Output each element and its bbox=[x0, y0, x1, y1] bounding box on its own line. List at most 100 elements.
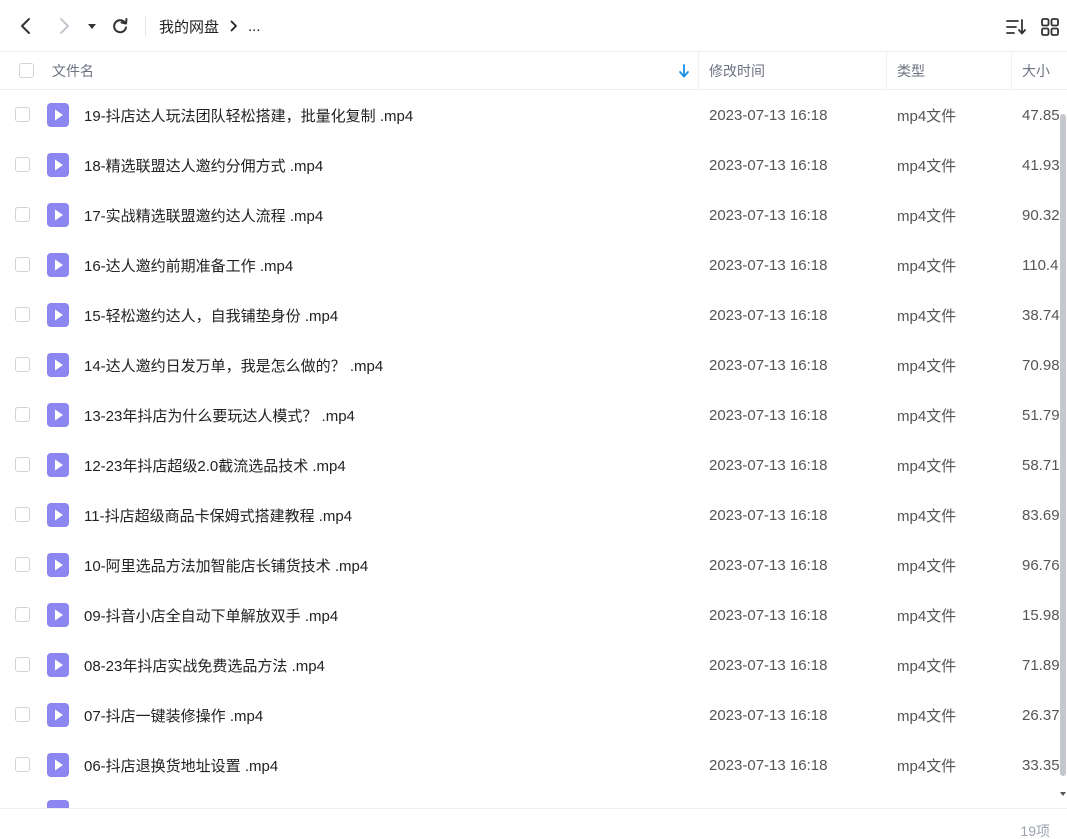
table-row[interactable]: 16-达人邀约前期准备工作 .mp4 2023-07-13 16:18 mp4文… bbox=[0, 240, 1060, 290]
file-size: 90.32 bbox=[1022, 206, 1060, 224]
table-row[interactable]: 19-抖店达人玩法团队轻松搭建，批量化复制 .mp4 2023-07-13 16… bbox=[0, 90, 1060, 140]
refresh-button[interactable] bbox=[108, 14, 132, 38]
file-type: mp4文件 bbox=[897, 207, 957, 225]
row-checkbox[interactable] bbox=[15, 407, 30, 422]
row-checkbox[interactable] bbox=[15, 757, 30, 772]
row-checkbox[interactable] bbox=[15, 457, 30, 472]
row-checkbox[interactable] bbox=[15, 607, 30, 622]
row-checkbox[interactable] bbox=[15, 507, 30, 522]
video-file-icon bbox=[47, 353, 69, 377]
file-name[interactable]: 17-实战精选联盟邀约达人流程 .mp4 bbox=[84, 190, 684, 240]
table-row[interactable]: 07-抖店一键装修操作 .mp4 2023-07-13 16:18 mp4文件 … bbox=[0, 690, 1060, 740]
file-name[interactable]: 18-精选联盟达人邀约分佣方式 .mp4 bbox=[84, 140, 684, 190]
video-file-icon bbox=[47, 203, 69, 227]
table-row[interactable]: 15-轻松邀约达人，自我铺垫身份 .mp4 2023-07-13 16:18 m… bbox=[0, 290, 1060, 340]
table-header: 文件名 修改时间 类型 大小 bbox=[0, 52, 1067, 90]
row-checkbox[interactable] bbox=[15, 107, 30, 122]
file-type: mp4文件 bbox=[897, 557, 957, 575]
table-row[interactable]: 18-精选联盟达人邀约分佣方式 .mp4 2023-07-13 16:18 mp… bbox=[0, 140, 1060, 190]
video-file-icon bbox=[47, 553, 69, 577]
file-name[interactable]: 10-阿里选品方法加智能店长铺货技术 .mp4 bbox=[84, 540, 684, 590]
history-dropdown-button[interactable] bbox=[82, 14, 102, 38]
file-modified: 2023-07-13 16:18 bbox=[709, 306, 828, 324]
view-toggle-button[interactable] bbox=[1038, 15, 1062, 39]
file-manager: 我的网盘 ... 文件名 修改时间 类型 大小 19-抖店达人玩法团队轻松搭建，… bbox=[0, 0, 1067, 839]
video-file-icon bbox=[47, 503, 69, 527]
file-modified: 2023-07-13 16:18 bbox=[709, 506, 828, 524]
file-type: mp4文件 bbox=[897, 157, 957, 175]
sort-direction-icon[interactable] bbox=[678, 52, 692, 89]
table-row[interactable]: 10-阿里选品方法加智能店长铺货技术 .mp4 2023-07-13 16:18… bbox=[0, 540, 1060, 590]
row-checkbox[interactable] bbox=[15, 707, 30, 722]
file-name[interactable]: 09-抖音小店全自动下单解放双手 .mp4 bbox=[84, 590, 684, 640]
row-checkbox[interactable] bbox=[15, 157, 30, 172]
column-header-name[interactable]: 文件名 bbox=[52, 52, 94, 89]
file-name[interactable]: 16-达人邀约前期准备工作 .mp4 bbox=[84, 240, 684, 290]
file-name[interactable]: 13-23年抖店为什么要玩达人模式？ .mp4 bbox=[84, 390, 684, 440]
table-row[interactable]: 11-抖店超级商品卡保姆式搭建教程 .mp4 2023-07-13 16:18 … bbox=[0, 490, 1060, 540]
forward-button[interactable] bbox=[52, 14, 76, 38]
row-checkbox[interactable] bbox=[15, 557, 30, 572]
file-modified: 2023-07-13 16:18 bbox=[709, 106, 828, 124]
column-divider[interactable] bbox=[886, 52, 887, 89]
table-row[interactable]: 06-抖店退换货地址设置 .mp4 2023-07-13 16:18 mp4文件… bbox=[0, 740, 1060, 790]
column-header-type[interactable]: 类型 bbox=[897, 52, 925, 89]
file-name[interactable]: 12-23年抖店超级2.0截流选品技术 .mp4 bbox=[84, 440, 684, 490]
file-modified: 2023-07-13 16:18 bbox=[709, 556, 828, 574]
file-name[interactable]: 11-抖店超级商品卡保姆式搭建教程 .mp4 bbox=[84, 490, 684, 540]
breadcrumb: 我的网盘 ... bbox=[159, 16, 261, 36]
file-size: 70.98 bbox=[1022, 356, 1060, 374]
file-size: 38.74 bbox=[1022, 306, 1060, 324]
file-size: 47.85 bbox=[1022, 106, 1060, 124]
file-size: 26.37 bbox=[1022, 706, 1060, 724]
file-type: mp4文件 bbox=[897, 507, 957, 525]
file-size: 33.35 bbox=[1022, 756, 1060, 774]
video-file-icon bbox=[47, 703, 69, 727]
file-name[interactable]: 14-达人邀约日发万单，我是怎么做的？ .mp4 bbox=[84, 340, 684, 390]
column-divider[interactable] bbox=[1011, 52, 1012, 89]
file-name[interactable]: 08-23年抖店实战免费选品方法 .mp4 bbox=[84, 640, 684, 690]
vertical-scrollbar[interactable] bbox=[1059, 90, 1067, 808]
item-count: 19项 bbox=[1020, 823, 1050, 839]
breadcrumb-more[interactable]: ... bbox=[248, 18, 261, 35]
table-row[interactable]: 14-达人邀约日发万单，我是怎么做的？ .mp4 2023-07-13 16:1… bbox=[0, 340, 1060, 390]
row-checkbox[interactable] bbox=[15, 357, 30, 372]
table-row[interactable]: 13-23年抖店为什么要玩达人模式？ .mp4 2023-07-13 16:18… bbox=[0, 390, 1060, 440]
status-bar: 19项 bbox=[0, 808, 1067, 839]
chevron-right-icon bbox=[60, 18, 69, 34]
row-checkbox[interactable] bbox=[15, 657, 30, 672]
table-row[interactable]: 08-23年抖店实战免费选品方法 .mp4 2023-07-13 16:18 m… bbox=[0, 640, 1060, 690]
file-name[interactable]: 07-抖店一键装修操作 .mp4 bbox=[84, 690, 684, 740]
column-header-size[interactable]: 大小 bbox=[1022, 52, 1050, 89]
breadcrumb-root[interactable]: 我的网盘 bbox=[159, 16, 219, 37]
file-modified: 2023-07-13 16:18 bbox=[709, 756, 828, 774]
file-list: 19-抖店达人玩法团队轻松搭建，批量化复制 .mp4 2023-07-13 16… bbox=[0, 90, 1060, 808]
breadcrumb-separator-icon bbox=[229, 20, 239, 32]
file-modified: 2023-07-13 16:18 bbox=[709, 256, 828, 274]
file-type: mp4文件 bbox=[897, 657, 957, 675]
file-name[interactable]: 06-抖店退换货地址设置 .mp4 bbox=[84, 740, 684, 790]
file-name[interactable]: 15-轻松邀约达人，自我铺垫身份 .mp4 bbox=[84, 290, 684, 340]
row-checkbox[interactable] bbox=[15, 257, 30, 272]
row-checkbox[interactable] bbox=[15, 307, 30, 322]
file-modified: 2023-07-13 16:18 bbox=[709, 656, 828, 674]
file-name[interactable]: 19-抖店达人玩法团队轻松搭建，批量化复制 .mp4 bbox=[84, 90, 684, 140]
table-row[interactable]: 09-抖音小店全自动下单解放双手 .mp4 2023-07-13 16:18 m… bbox=[0, 590, 1060, 640]
file-size: 58.71 bbox=[1022, 456, 1060, 474]
file-type: mp4文件 bbox=[897, 307, 957, 325]
column-header-modified[interactable]: 修改时间 bbox=[709, 52, 765, 89]
file-type: mp4文件 bbox=[897, 707, 957, 725]
table-row[interactable]: 17-实战精选联盟邀约达人流程 .mp4 2023-07-13 16:18 mp… bbox=[0, 190, 1060, 240]
column-divider[interactable] bbox=[698, 52, 699, 89]
refresh-icon bbox=[113, 18, 128, 34]
chevron-left-icon bbox=[21, 18, 30, 34]
select-all-checkbox[interactable] bbox=[19, 63, 34, 78]
scroll-down-arrow-icon[interactable] bbox=[1059, 790, 1067, 798]
video-file-icon bbox=[47, 800, 69, 808]
row-checkbox[interactable] bbox=[15, 207, 30, 222]
back-button[interactable] bbox=[14, 14, 38, 38]
table-row[interactable]: 12-23年抖店超级2.0截流选品技术 .mp4 2023-07-13 16:1… bbox=[0, 440, 1060, 490]
file-size: 51.79 bbox=[1022, 406, 1060, 424]
scrollbar-thumb[interactable] bbox=[1060, 114, 1066, 776]
sort-button[interactable] bbox=[1004, 15, 1028, 39]
